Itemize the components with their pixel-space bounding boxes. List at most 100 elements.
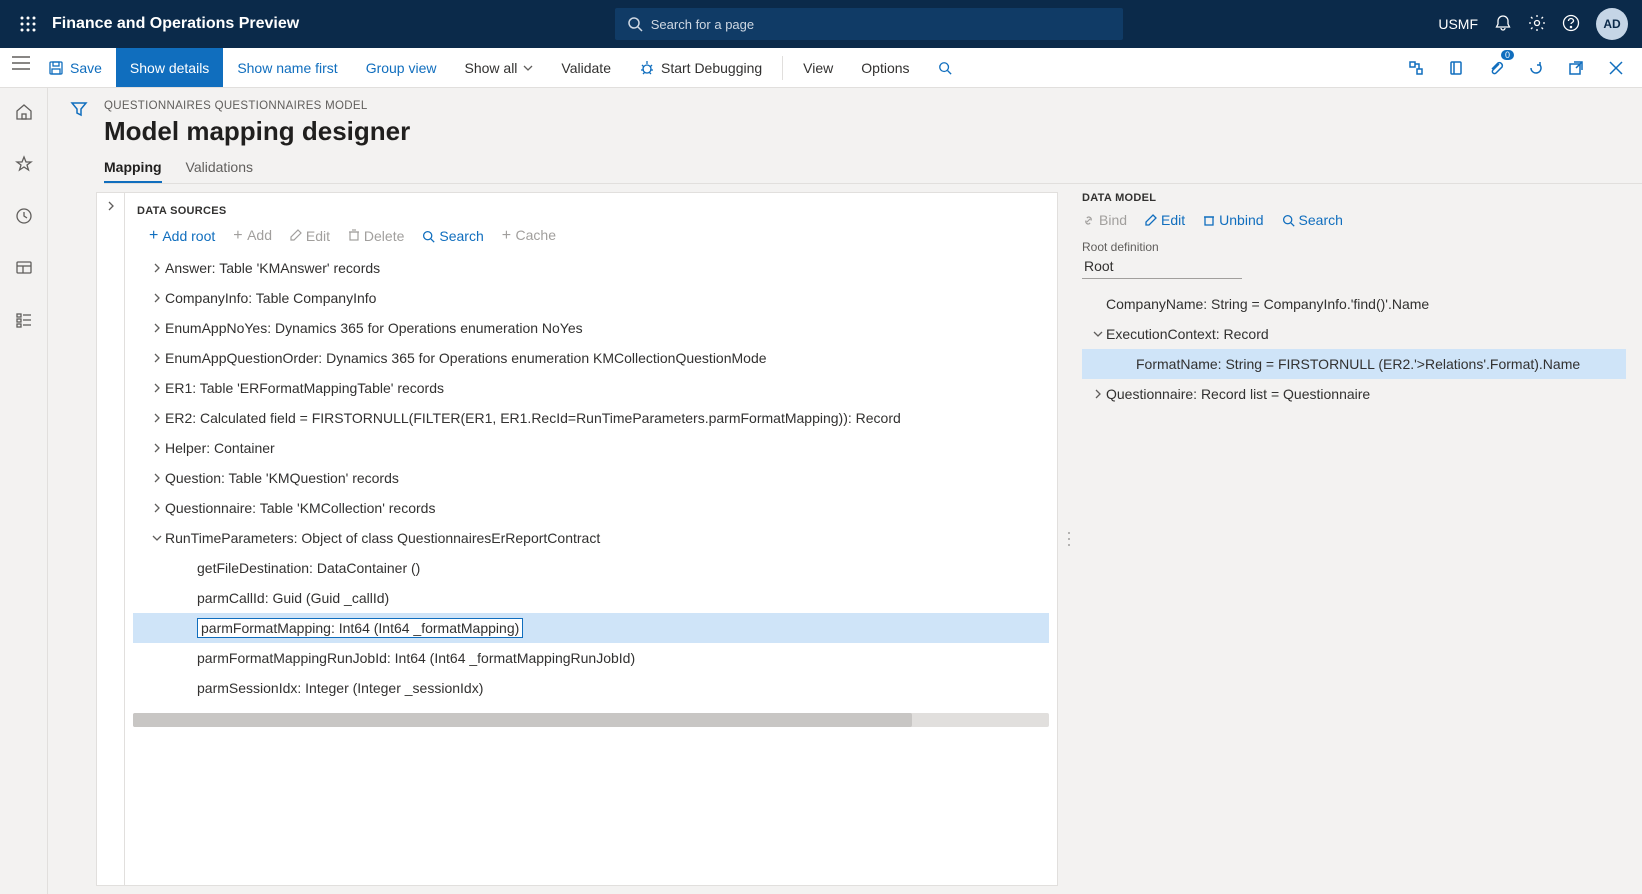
options-menu[interactable]: Options: [847, 48, 923, 87]
tree-node[interactable]: EnumAppNoYes: Dynamics 365 for Operation…: [133, 313, 1049, 343]
save-icon: [48, 60, 64, 76]
caret-right-icon[interactable]: [149, 383, 165, 393]
caret-right-icon[interactable]: [149, 293, 165, 303]
show-details-button[interactable]: Show details: [116, 48, 223, 87]
tree-node[interactable]: getFileDestination: DataContainer (): [133, 553, 1049, 583]
refresh-icon[interactable]: [1522, 54, 1550, 82]
group-view-button[interactable]: Group view: [352, 48, 451, 87]
company-picker[interactable]: USMF: [1438, 16, 1478, 32]
caret-down-icon[interactable]: [1090, 330, 1106, 338]
command-bar: Save Show details Show name first Group …: [0, 48, 1642, 88]
tree-node[interactable]: Questionnaire: Table 'KMCollection' reco…: [133, 493, 1049, 523]
add-button[interactable]: + Add: [233, 227, 272, 245]
tree-node[interactable]: parmFormatMappingRunJobId: Int64 (Int64 …: [133, 643, 1049, 673]
close-icon[interactable]: [1602, 54, 1630, 82]
notifications-icon[interactable]: [1494, 14, 1512, 35]
tree-node-label: parmFormatMapping: Int64 (Int64 _formatM…: [197, 618, 523, 638]
caret-right-icon[interactable]: [149, 323, 165, 333]
tree-node-label: parmCallId: Guid (Guid _callId): [197, 590, 389, 606]
caret-right-icon[interactable]: [149, 413, 165, 423]
home-icon[interactable]: [4, 96, 44, 128]
tree-node[interactable]: Questionnaire: Record list = Questionnai…: [1082, 379, 1626, 409]
related-icon[interactable]: [1402, 54, 1430, 82]
data-sources-panel: DATA SOURCES +Add root + Add Edit Delete…: [96, 192, 1058, 886]
tree-node[interactable]: EnumAppQuestionOrder: Dynamics 365 for O…: [133, 343, 1049, 373]
data-model-panel: DATA MODEL Bind Edit Unbind Search Root …: [1082, 184, 1642, 894]
edit-button[interactable]: Edit: [290, 228, 330, 244]
app-launcher-button[interactable]: [8, 16, 48, 32]
delete-button[interactable]: Delete: [348, 228, 404, 244]
tree-node[interactable]: CompanyName: String = CompanyInfo.'find(…: [1082, 289, 1626, 319]
bind-button[interactable]: Bind: [1082, 212, 1127, 228]
view-menu[interactable]: View: [789, 48, 847, 87]
splitter[interactable]: [1058, 184, 1082, 894]
tree-node-label: EnumAppNoYes: Dynamics 365 for Operation…: [165, 320, 583, 336]
tree-node[interactable]: Answer: Table 'KMAnswer' records: [133, 253, 1049, 283]
tree-node[interactable]: ER2: Calculated field = FIRSTORNULL(FILT…: [133, 403, 1049, 433]
tree-node-label: getFileDestination: DataContainer (): [197, 560, 420, 576]
tree-node-label: ER1: Table 'ERFormatMappingTable' record…: [165, 380, 444, 396]
debug-icon: [639, 60, 655, 76]
root-definition-value[interactable]: Root: [1082, 256, 1242, 279]
tree-node[interactable]: RunTimeParameters: Object of class Quest…: [133, 523, 1049, 553]
tree-node[interactable]: ER1: Table 'ERFormatMappingTable' record…: [133, 373, 1049, 403]
caret-right-icon[interactable]: [149, 353, 165, 363]
global-search-input[interactable]: Search for a page: [615, 8, 1123, 40]
tree-node[interactable]: parmFormatMapping: Int64 (Int64 _formatM…: [133, 613, 1049, 643]
tree-node[interactable]: parmCallId: Guid (Guid _callId): [133, 583, 1049, 613]
tab-mapping[interactable]: Mapping: [104, 159, 162, 183]
search-button[interactable]: Search: [422, 228, 483, 244]
recent-icon[interactable]: [4, 200, 44, 232]
tree-node-label: ER2: Calculated field = FIRSTORNULL(FILT…: [165, 410, 901, 426]
panel-collapse-button[interactable]: [97, 193, 125, 885]
help-icon[interactable]: [1562, 14, 1580, 35]
caret-right-icon[interactable]: [149, 503, 165, 513]
caret-right-icon[interactable]: [149, 443, 165, 453]
caret-right-icon[interactable]: [1090, 389, 1106, 399]
attachments-icon[interactable]: 0: [1482, 54, 1510, 82]
popout-icon[interactable]: [1562, 54, 1590, 82]
tab-validations[interactable]: Validations: [186, 159, 253, 183]
search-button[interactable]: Search: [1282, 212, 1343, 228]
find-button[interactable]: [924, 48, 966, 87]
filter-icon[interactable]: [70, 100, 88, 894]
global-header: Finance and Operations Preview Search fo…: [0, 0, 1642, 48]
favorites-icon[interactable]: [4, 148, 44, 180]
modules-icon[interactable]: [4, 304, 44, 336]
tree-node-label: CompanyName: String = CompanyInfo.'find(…: [1106, 296, 1429, 312]
nav-expand-button[interactable]: [12, 56, 30, 73]
caret-right-icon[interactable]: [149, 263, 165, 273]
unbind-button[interactable]: Unbind: [1203, 212, 1263, 228]
tree-node[interactable]: Question: Table 'KMQuestion' records: [133, 463, 1049, 493]
show-all-menu[interactable]: Show all: [451, 48, 548, 87]
office-icon[interactable]: [1442, 54, 1470, 82]
start-debugging-button[interactable]: Start Debugging: [625, 48, 776, 87]
tree-node-label: parmSessionIdx: Integer (Integer _sessio…: [197, 680, 483, 696]
tree-node[interactable]: parmSessionIdx: Integer (Integer _sessio…: [133, 673, 1049, 703]
edit-button[interactable]: Edit: [1145, 212, 1185, 228]
cache-button[interactable]: + Cache: [502, 227, 556, 245]
tree-node-label: Helper: Container: [165, 440, 275, 456]
tree-node[interactable]: FormatName: String = FIRSTORNULL (ER2.'>…: [1082, 349, 1626, 379]
user-avatar[interactable]: AD: [1596, 8, 1628, 40]
show-name-first-button[interactable]: Show name first: [223, 48, 351, 87]
data-model-title: DATA MODEL: [1082, 192, 1626, 204]
horizontal-scrollbar[interactable]: [133, 713, 1049, 727]
validate-button[interactable]: Validate: [547, 48, 625, 87]
tree-node-label: RunTimeParameters: Object of class Quest…: [165, 530, 600, 546]
search-placeholder: Search for a page: [651, 17, 754, 32]
workspaces-icon[interactable]: [4, 252, 44, 284]
tree-node[interactable]: CompanyInfo: Table CompanyInfo: [133, 283, 1049, 313]
tree-node[interactable]: ExecutionContext: Record: [1082, 319, 1626, 349]
chevron-right-icon: [107, 201, 115, 211]
tree-node-label: Question: Table 'KMQuestion' records: [165, 470, 399, 486]
save-button[interactable]: Save: [48, 48, 116, 87]
attachments-badge: 0: [1501, 50, 1514, 60]
tree-node-label: parmFormatMappingRunJobId: Int64 (Int64 …: [197, 650, 635, 666]
add-root-button[interactable]: +Add root: [149, 227, 215, 245]
settings-icon[interactable]: [1528, 14, 1546, 35]
tree-node-label: CompanyInfo: Table CompanyInfo: [165, 290, 376, 306]
tree-node[interactable]: Helper: Container: [133, 433, 1049, 463]
caret-right-icon[interactable]: [149, 473, 165, 483]
caret-down-icon[interactable]: [149, 534, 165, 542]
